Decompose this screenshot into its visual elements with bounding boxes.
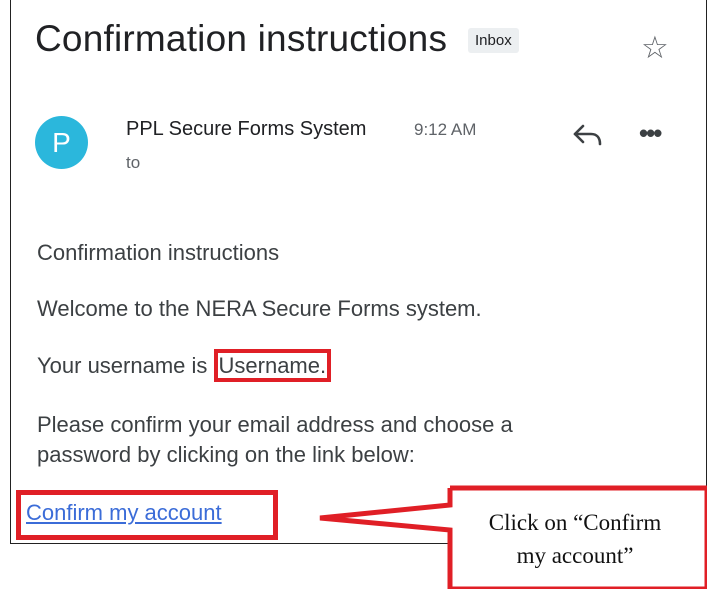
callout-line1: Click on “Confirm	[488, 510, 662, 535]
callout-text: Click on “Confirm my account”	[450, 506, 700, 572]
callout-shape	[319, 485, 707, 589]
callout-line2: my account”	[516, 543, 634, 568]
